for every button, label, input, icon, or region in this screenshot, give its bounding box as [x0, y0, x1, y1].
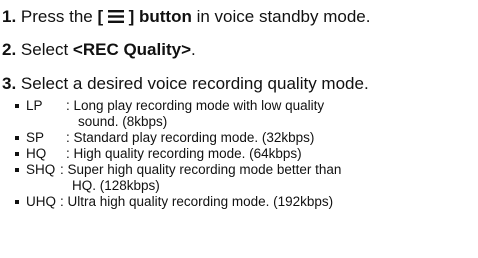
list-item: SHQ: Super high quality recording mode b… — [14, 162, 341, 194]
menu-icon — [107, 10, 124, 23]
list-item: HQ: High quality recording mode. (64kbps… — [14, 146, 341, 162]
mode-desc-cont: sound. (8kbps) — [78, 114, 168, 129]
step-text-end: . — [191, 40, 196, 59]
list-item: UHQ: Ultra high quality recording mode. … — [14, 194, 341, 210]
button-bracket-close: ] button — [128, 7, 192, 26]
step-text: Select — [20, 40, 69, 59]
button-bracket-open: [ — [97, 7, 104, 26]
bullet-icon — [15, 200, 19, 204]
mode-label: SP — [26, 130, 45, 145]
mode-label: LP — [26, 98, 43, 113]
bullet-icon — [15, 104, 19, 108]
mode-label: SHQ — [26, 162, 56, 177]
mode-label: HQ — [26, 146, 47, 161]
mode-desc: High quality recording mode. (64kbps) — [73, 146, 302, 161]
step-text: in voice standby mode. — [196, 7, 371, 26]
bullet-icon — [15, 152, 19, 156]
mode-list: LP: Long play recording mode with low qu… — [14, 98, 341, 210]
mode-label: UHQ — [26, 194, 56, 209]
step-number: 3. — [2, 74, 17, 93]
menu-name: <REC Quality> — [72, 40, 192, 59]
step-text: Select a desired voice recording quality… — [20, 74, 369, 93]
step-2: 2. Select <REC Quality>. — [2, 40, 196, 60]
bullet-icon — [15, 168, 19, 172]
mode-desc: Super high quality recording mode better… — [67, 162, 342, 177]
step-3: 3. Select a desired voice recording qual… — [2, 74, 369, 94]
step-number: 1. — [2, 7, 17, 26]
list-item: SP: Standard play recording mode. (32kbp… — [14, 130, 341, 146]
mode-desc-cont: HQ. (128kbps) — [72, 178, 160, 193]
list-item: LP: Long play recording mode with low qu… — [14, 98, 341, 130]
mode-desc: Standard play recording mode. (32kbps) — [73, 130, 315, 145]
step-number: 2. — [2, 40, 17, 59]
mode-desc: Long play recording mode with low qualit… — [73, 98, 325, 113]
mode-desc: Ultra high quality recording mode. (192k… — [67, 194, 334, 209]
step-1: 1. Press the [ ] button in voice standby… — [2, 7, 370, 27]
step-text: Press the — [20, 7, 93, 26]
bullet-icon — [15, 136, 19, 140]
